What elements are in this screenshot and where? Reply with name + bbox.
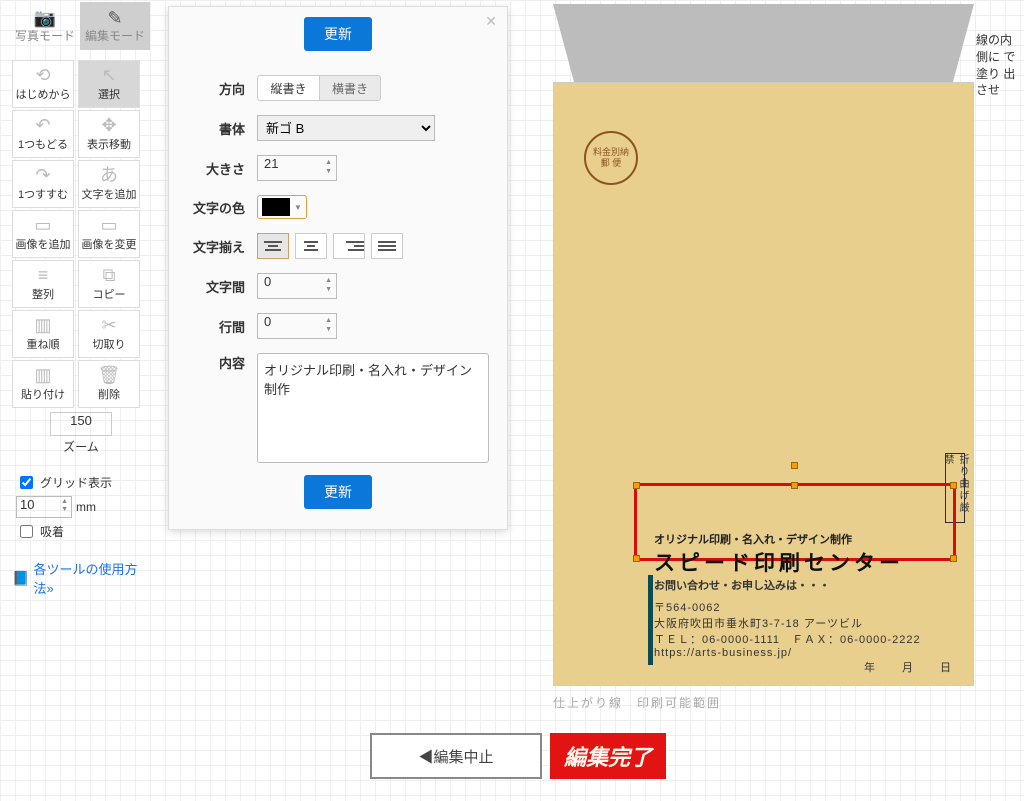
bottom-bar: ◀編集中止 編集完了 xyxy=(370,733,666,779)
direction-horizontal[interactable]: 横書き xyxy=(319,75,381,101)
envelope-body[interactable]: 料金別納 郵 便 折り曲げ厳禁 オリジナル印刷・名入れ・デザイン制作 スピード印… xyxy=(553,82,974,686)
text-icon: あ xyxy=(100,166,118,184)
pan-button[interactable]: ✥表示移動 xyxy=(78,110,140,158)
imageswap-icon: ▭ xyxy=(100,216,117,234)
handle-se[interactable] xyxy=(950,555,957,562)
postal-text: 〒564-0062 xyxy=(654,599,939,615)
headline-text: オリジナル印刷・名入れ・デザイン制作 xyxy=(654,531,939,547)
tel-text: ＴＥＬ：06-0000-1111 ＦＡＸ：06-0000-2222 xyxy=(654,631,939,647)
text-properties-dialog: 更新 ✕ 方向 縦書き 横書き 書体 新ゴ B 大きさ 21 文字の色 ▼ 文字… xyxy=(168,6,508,530)
content-textarea[interactable]: オリジナル印刷・名入れ・デザイン制作 xyxy=(257,353,489,463)
url-text: https://arts-business.jp/ xyxy=(654,647,939,659)
direction-toggle: 縦書き 横書き xyxy=(257,75,381,101)
size-stepper[interactable]: 21 xyxy=(257,155,337,181)
addimg-button[interactable]: ▭画像を追加 xyxy=(12,210,74,258)
edit-mode-button[interactable]: ✎ 編集モード xyxy=(80,2,150,50)
handle-n[interactable] xyxy=(791,482,798,489)
cursor-icon: ↖ xyxy=(101,66,116,84)
label-direction: 方向 xyxy=(185,79,257,98)
text-block[interactable]: オリジナル印刷・名入れ・デザイン制作 スピード印刷センター お問い合わせ・お申し… xyxy=(654,531,939,659)
copy-button[interactable]: ⧉コピー xyxy=(78,260,140,308)
cancel-button[interactable]: ◀編集中止 xyxy=(370,733,542,779)
trash-icon: 🗑 xyxy=(98,366,121,384)
book-icon: 📘 xyxy=(12,570,29,587)
snap-input[interactable] xyxy=(20,525,33,538)
label-align: 文字揃え xyxy=(185,237,257,256)
align-center-button[interactable] xyxy=(295,233,327,259)
undo-icon: ↶ xyxy=(35,116,50,134)
rotate-handle[interactable] xyxy=(791,462,798,469)
handle-sw[interactable] xyxy=(633,555,640,562)
zoom-select[interactable]: 150 xyxy=(50,412,112,436)
align-icon: ≡ xyxy=(38,266,49,284)
delete-button[interactable]: 🗑削除 xyxy=(78,360,140,408)
postal-stamp: 料金別納 郵 便 xyxy=(584,131,638,185)
canvas[interactable]: 料金別納 郵 便 折り曲げ厳禁 オリジナル印刷・名入れ・デザイン制作 スピード印… xyxy=(553,4,974,688)
handle-nw[interactable] xyxy=(633,482,640,489)
select-button[interactable]: ↖選択 xyxy=(78,60,140,108)
dialog-close-icon[interactable]: ✕ xyxy=(485,13,497,30)
direction-vertical[interactable]: 縦書き xyxy=(257,75,319,101)
cut-button[interactable]: ✂切取り xyxy=(78,310,140,358)
help-link[interactable]: 📘 各ツールの使用方法» xyxy=(12,559,150,597)
dialog-update-bottom-button[interactable]: 更新 xyxy=(304,475,372,509)
color-picker[interactable]: ▼ xyxy=(257,195,307,219)
envelope-flap xyxy=(553,4,974,82)
linespace-stepper[interactable]: 0 xyxy=(257,313,337,339)
label-font: 書体 xyxy=(185,119,257,138)
photo-mode-button[interactable]: 📷 写真モード xyxy=(10,2,80,50)
color-swatch-box xyxy=(262,198,290,216)
grid-size-field[interactable]: 10 xyxy=(16,496,72,518)
label-size: 大きさ xyxy=(185,159,257,178)
redo-button[interactable]: ↷1つすすむ xyxy=(12,160,74,208)
letterspace-stepper[interactable]: 0 xyxy=(257,273,337,299)
label-content: 内容 xyxy=(185,353,257,372)
chevron-down-icon: ▼ xyxy=(294,203,302,212)
camera-icon: 📷 xyxy=(34,9,56,27)
label-color: 文字の色 xyxy=(185,198,257,217)
subtitle-text: お問い合わせ・お申し込みは・・・ xyxy=(654,577,939,593)
image-icon: ▭ xyxy=(34,216,51,234)
paste-icon: ▥ xyxy=(34,366,51,384)
label-line: 行間 xyxy=(185,317,257,336)
label-letter: 文字間 xyxy=(185,277,257,296)
restart-button[interactable]: ⟲はじめから xyxy=(12,60,74,108)
align-justify-button[interactable] xyxy=(371,233,403,259)
scissors-icon: ✂ xyxy=(101,316,116,334)
grid-show-checkbox[interactable]: グリッド表示 xyxy=(16,473,146,492)
grid-unit: mm xyxy=(76,500,96,514)
move-icon: ✥ xyxy=(101,116,116,134)
side-note: 線の内側に で塗り 出させ xyxy=(976,32,1018,99)
addtext-button[interactable]: あ文字を追加 xyxy=(78,160,140,208)
edit-mode-label: 編集モード xyxy=(85,27,145,44)
undo-button[interactable]: ↶1つもどる xyxy=(12,110,74,158)
snap-checkbox[interactable]: 吸着 xyxy=(16,522,146,541)
align-right-button[interactable] xyxy=(333,233,365,259)
copy-icon: ⧉ xyxy=(103,266,116,284)
decorative-bar xyxy=(648,575,653,665)
handle-ne[interactable] xyxy=(950,482,957,489)
paste-button[interactable]: ▥貼り付け xyxy=(12,360,74,408)
mode-bar: 📷 写真モード ✎ 編集モード xyxy=(10,2,150,50)
done-button[interactable]: 編集完了 xyxy=(550,733,666,779)
photo-mode-label: 写真モード xyxy=(15,27,75,44)
canvas-caption: 仕上がり線 印刷可能範囲 xyxy=(553,694,721,711)
title-text: スピード印刷センター xyxy=(654,547,939,577)
address-text: 大阪府吹田市垂水町3-7-18 アーツビル xyxy=(654,615,939,631)
restart-icon: ⟲ xyxy=(35,66,50,84)
dialog-update-top-button[interactable]: 更新 xyxy=(304,17,372,51)
chgimg-button[interactable]: ▭画像を変更 xyxy=(78,210,140,258)
redo-icon: ↷ xyxy=(35,166,50,184)
grid-show-input[interactable] xyxy=(20,476,33,489)
layers-icon: ▥ xyxy=(34,316,51,334)
order-button[interactable]: ▥重ね順 xyxy=(12,310,74,358)
font-select[interactable]: 新ゴ B xyxy=(257,115,435,141)
align-left-button[interactable] xyxy=(257,233,289,259)
left-toolbar: ⟲はじめから ↖選択 ↶1つもどる ✥表示移動 ↷1つすすむ あ文字を追加 ▭画… xyxy=(0,60,150,597)
date-text: 年 月 日 xyxy=(864,659,959,675)
align-button[interactable]: ≡整列 xyxy=(12,260,74,308)
pencil-icon: ✎ xyxy=(107,9,122,27)
zoom-label: ズーム xyxy=(63,438,99,455)
